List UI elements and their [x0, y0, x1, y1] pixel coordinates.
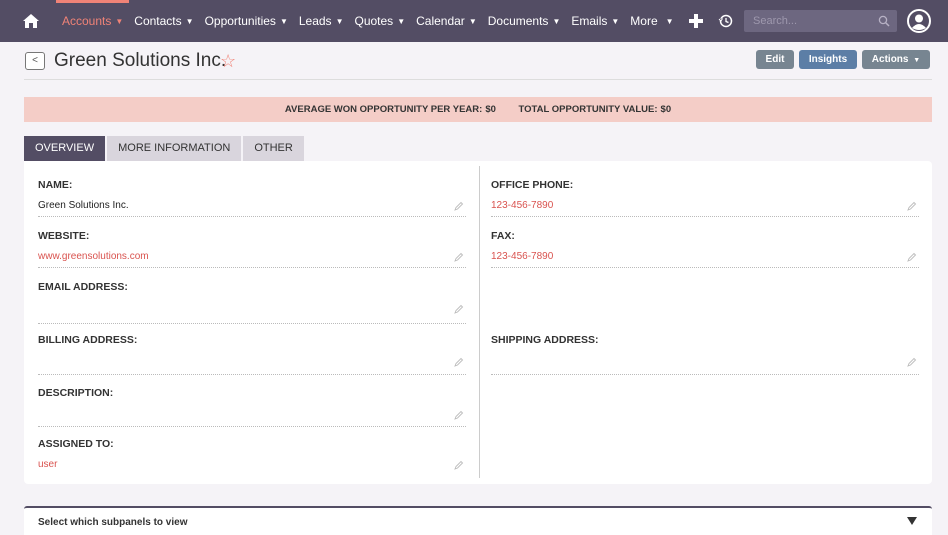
- field-shipping-address: SHIPPING ADDRESS:: [491, 334, 919, 379]
- nav-item-leads[interactable]: Leads ▼: [299, 0, 344, 42]
- column-divider: [479, 166, 480, 478]
- nav-item-label: Emails: [571, 14, 608, 28]
- office-phone-link[interactable]: 123-456-7890: [491, 200, 553, 211]
- avg-won-value: $0: [485, 104, 496, 115]
- total-opportunity-value: $0: [660, 104, 672, 115]
- pencil-icon[interactable]: [907, 252, 917, 262]
- field-label: EMAIL ADDRESS:: [38, 281, 128, 293]
- nav-item-label: Leads: [298, 14, 332, 28]
- search-input[interactable]: [744, 10, 874, 32]
- field-label: BILLING ADDRESS:: [38, 334, 138, 346]
- nav-item-label: Contacts: [134, 14, 182, 28]
- top-nav-bar: Accounts ▼ Contacts ▼ Opportunities ▼ Leads…: [0, 0, 948, 42]
- chevron-down-icon: ▼: [552, 16, 561, 26]
- star-outline-icon[interactable]: ☆: [220, 51, 236, 72]
- chevron-down-icon: ▼: [115, 16, 124, 26]
- pencil-icon[interactable]: [454, 357, 464, 367]
- chevron-down-icon: ▼: [665, 16, 674, 26]
- field-label: DESCRIPTION:: [38, 387, 114, 399]
- page-title: Green Solutions Inc.: [54, 50, 227, 71]
- field-divider: [491, 216, 919, 217]
- nav-item-label: Documents: [487, 14, 549, 28]
- nav-item-emails[interactable]: Emails ▼: [571, 0, 619, 42]
- field-name: NAME: Green Solutions Inc.: [38, 179, 466, 219]
- field-value: Green Solutions Inc.: [38, 200, 129, 211]
- field-divider: [38, 216, 466, 217]
- field-fax: FAX: 123-456-7890: [491, 230, 919, 270]
- field-label: WEBSITE:: [38, 230, 90, 242]
- field-description: DESCRIPTION:: [38, 387, 466, 432]
- chevron-down-icon: ▼: [335, 16, 344, 26]
- field-label: NAME:: [38, 179, 73, 191]
- chevron-down-icon: ▼: [913, 57, 921, 64]
- field-divider: [491, 374, 919, 375]
- search-icon[interactable]: [878, 15, 890, 27]
- nav-item-label: Calendar: [416, 14, 465, 28]
- nav-item-documents[interactable]: Documents ▼: [488, 0, 561, 42]
- pencil-icon[interactable]: [454, 460, 464, 470]
- avg-won-label: AVERAGE WON OPPORTUNITY PER YEAR:: [284, 104, 483, 115]
- nav-item-label: Quotes: [354, 14, 394, 28]
- assigned-user-link[interactable]: user: [38, 459, 57, 470]
- caret-down-icon[interactable]: [906, 516, 918, 526]
- field-office-phone: OFFICE PHONE: 123-456-7890: [491, 179, 919, 219]
- website-link[interactable]: www.greensolutions.com: [38, 251, 149, 262]
- chevron-down-icon: ▼: [279, 16, 288, 26]
- subpanel-selector[interactable]: Select which subpanels to view: [24, 506, 932, 535]
- subpanel-selector-label: Select which subpanels to view: [38, 517, 188, 528]
- nav-item-calendar[interactable]: Calendar ▼: [416, 0, 477, 42]
- field-website: WEBSITE: www.greensolutions.com: [38, 230, 466, 270]
- pencil-icon[interactable]: [454, 252, 464, 262]
- title-divider: [24, 79, 932, 80]
- chevron-down-icon: ▼: [185, 16, 194, 26]
- nav-item-accounts[interactable]: Accounts ▼: [55, 0, 130, 42]
- field-divider: [491, 267, 919, 268]
- field-divider: [38, 267, 466, 268]
- back-button[interactable]: <: [25, 52, 45, 70]
- chevron-down-icon: ▼: [468, 16, 477, 26]
- field-label: OFFICE PHONE:: [491, 179, 574, 191]
- field-divider: [38, 323, 466, 324]
- nav-item-label: Accounts: [62, 14, 112, 28]
- chevron-down-icon: ▼: [397, 16, 406, 26]
- tab-overview[interactable]: OVERVIEW: [24, 136, 106, 161]
- actions-button[interactable]: Actions ▼: [862, 50, 930, 69]
- nav-item-quotes[interactable]: Quotes ▼: [354, 0, 405, 42]
- nav-item-opportunities[interactable]: Opportunities ▼: [205, 0, 288, 42]
- pencil-icon[interactable]: [907, 357, 917, 367]
- fax-link[interactable]: 123-456-7890: [491, 251, 553, 262]
- field-divider: [38, 426, 466, 427]
- field-divider: [38, 374, 466, 375]
- insights-button[interactable]: Insights: [799, 50, 857, 69]
- nav-item-more[interactable]: More ▼: [630, 0, 673, 42]
- search-box: [744, 10, 897, 32]
- field-billing-address: BILLING ADDRESS:: [38, 334, 466, 379]
- nav-menu: Accounts ▼ Contacts ▼ Opportunities ▼ Leads…: [55, 0, 685, 42]
- nav-item-contacts[interactable]: Contacts ▼: [134, 0, 193, 42]
- detail-tabs: OVERVIEW MORE INFORMATION OTHER: [24, 136, 306, 161]
- nav-item-label: More: [630, 14, 658, 28]
- field-email-address: EMAIL ADDRESS:: [38, 281, 466, 326]
- nav-item-label: Opportunities: [204, 14, 276, 28]
- plus-icon[interactable]: [687, 11, 705, 31]
- field-label: FAX:: [491, 230, 515, 242]
- actions-button-label: Actions: [871, 54, 909, 65]
- user-icon[interactable]: [907, 9, 931, 33]
- field-assigned-to: ASSIGNED TO: user: [38, 438, 466, 478]
- pencil-icon[interactable]: [454, 304, 464, 314]
- pencil-icon[interactable]: [907, 201, 917, 211]
- tab-other[interactable]: OTHER: [243, 136, 304, 161]
- pencil-icon[interactable]: [454, 410, 464, 420]
- history-icon[interactable]: [718, 13, 734, 29]
- chevron-down-icon: ▼: [611, 16, 620, 26]
- home-icon[interactable]: [22, 12, 40, 30]
- opportunity-summary-banner: AVERAGE WON OPPORTUNITY PER YEAR: $0 TOTA…: [24, 97, 932, 122]
- field-label: ASSIGNED TO:: [38, 438, 114, 450]
- total-opportunity-label: TOTAL OPPORTUNITY VALUE:: [518, 104, 658, 115]
- edit-button[interactable]: Edit: [756, 50, 794, 69]
- field-label: SHIPPING ADDRESS:: [491, 334, 599, 346]
- tab-more-information[interactable]: MORE INFORMATION: [107, 136, 242, 161]
- pencil-icon[interactable]: [454, 201, 464, 211]
